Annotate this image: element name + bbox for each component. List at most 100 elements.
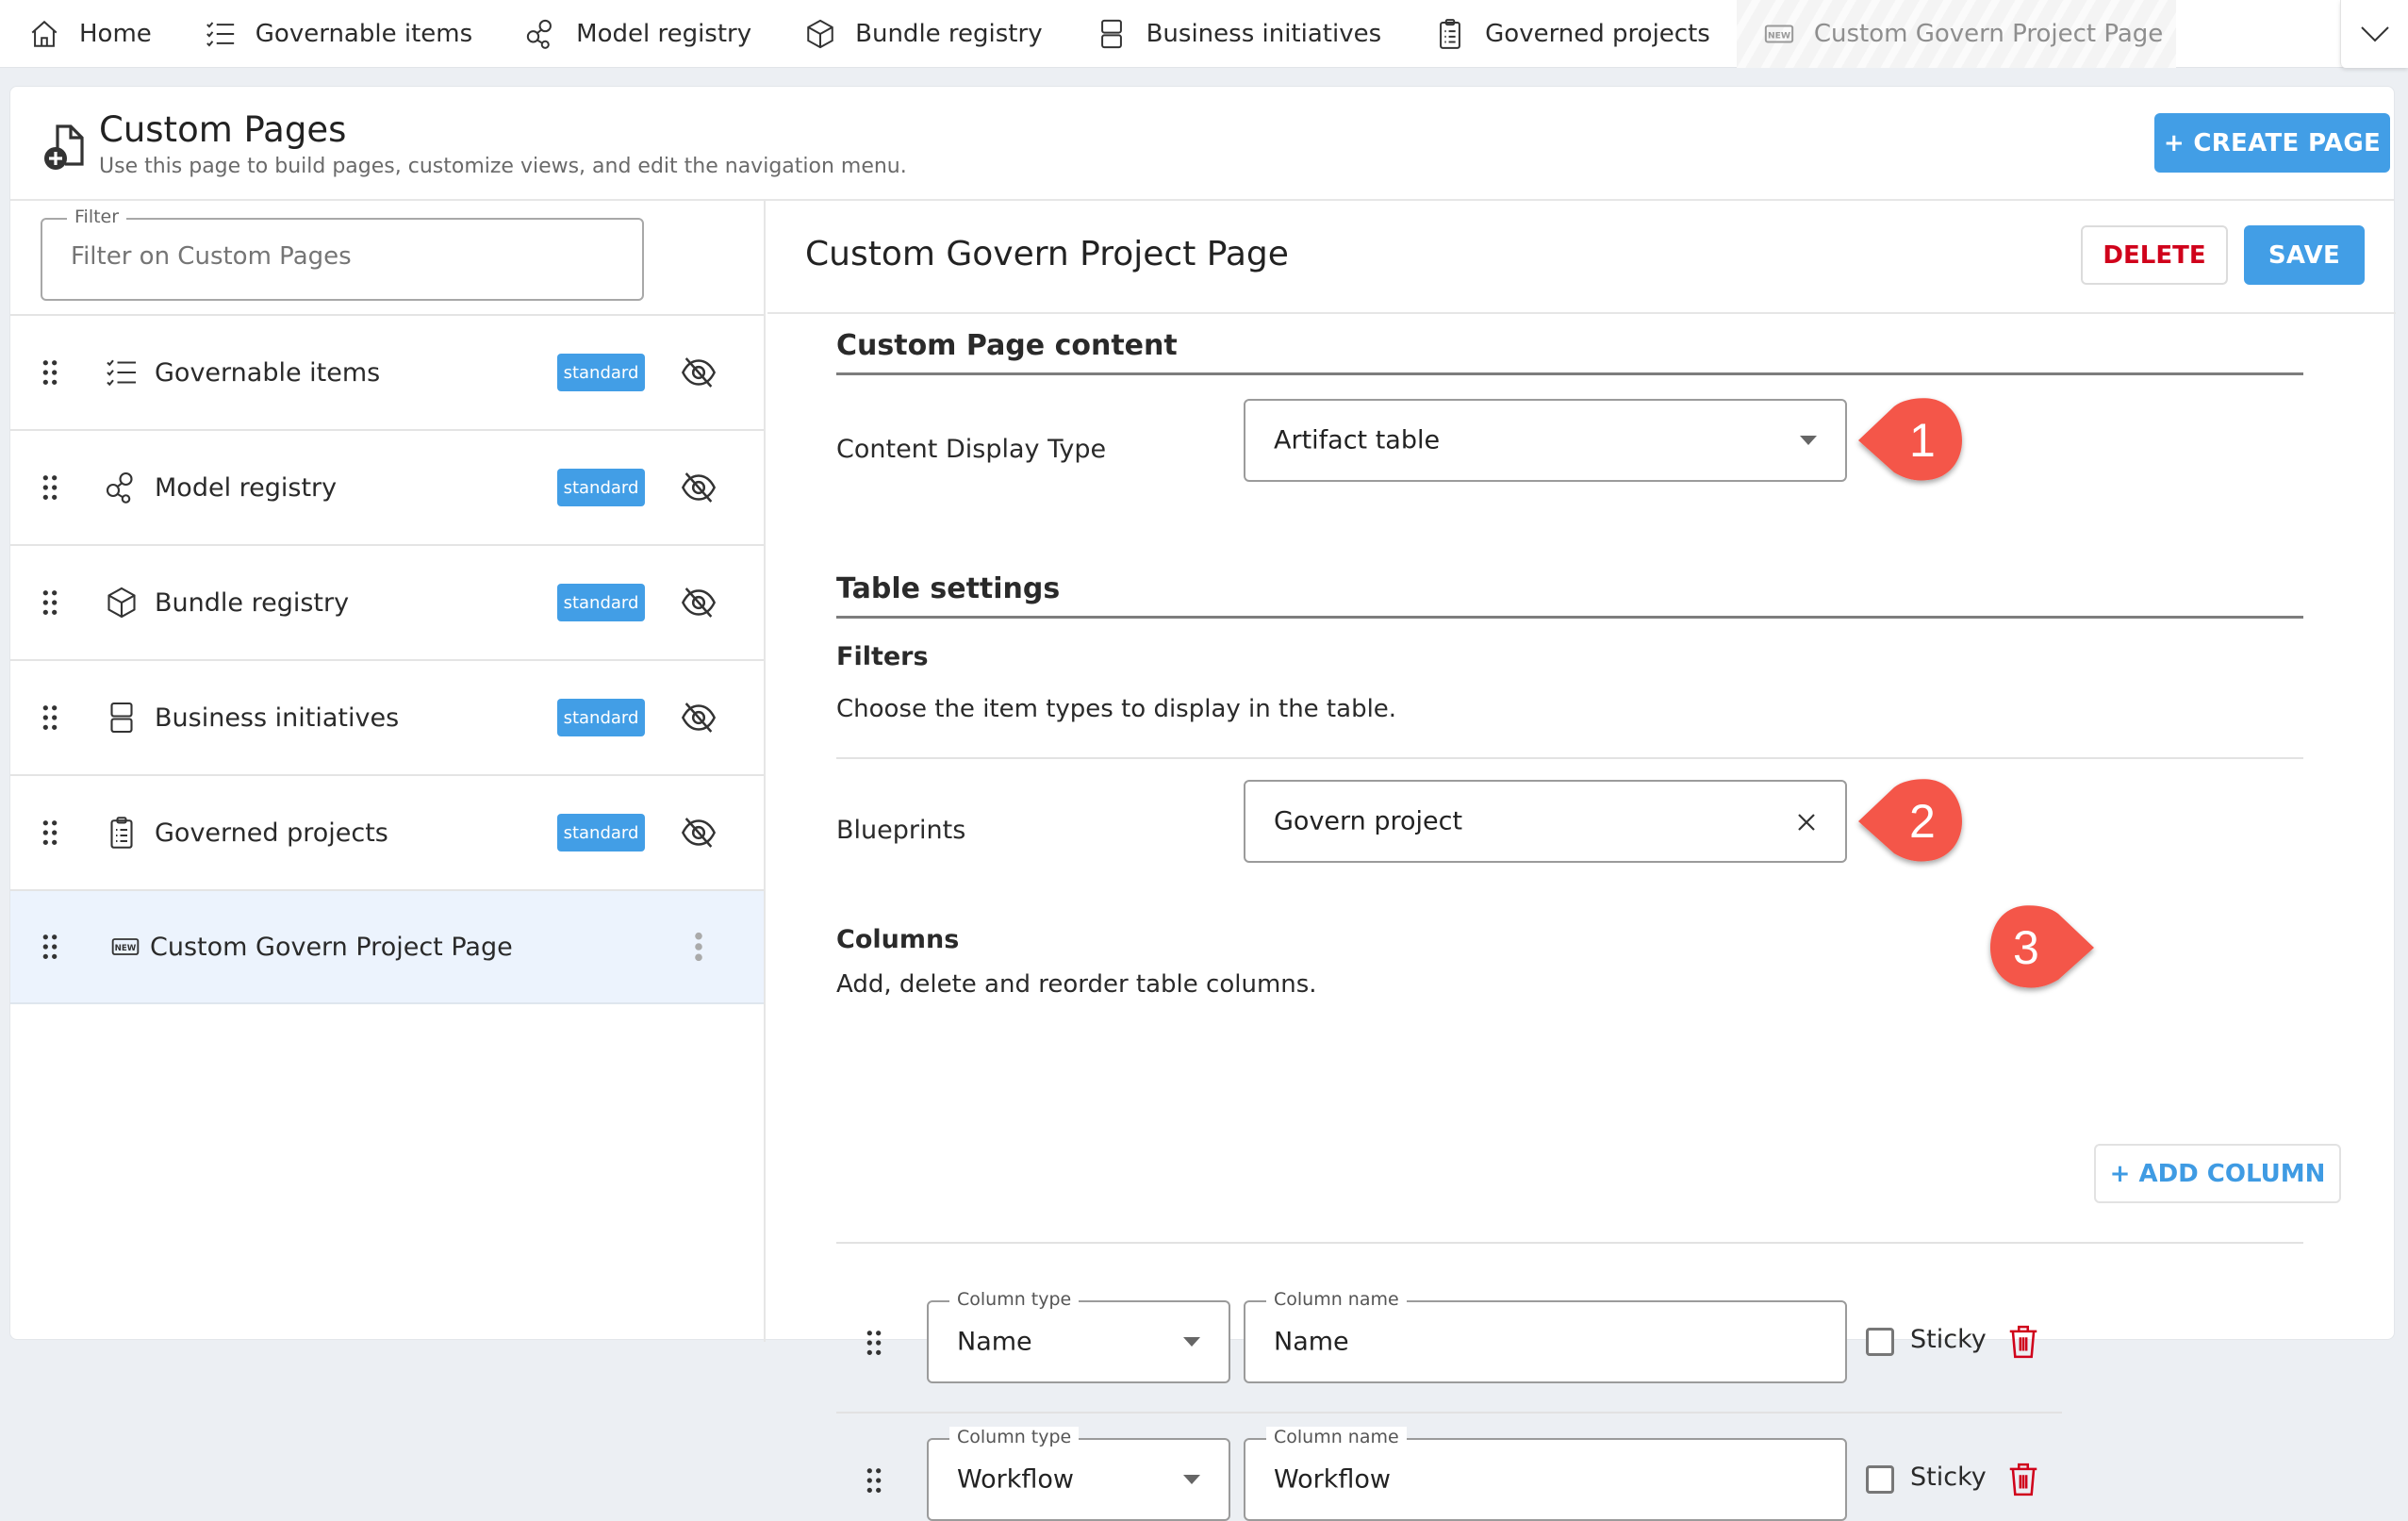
column-name-label: Column name [1266,1427,1407,1447]
callout-marker-3: 3 [1987,904,2098,991]
filters-description: Choose the item types to display in the … [836,695,1397,723]
cube-icon [807,19,833,48]
standard-badge: standard [557,584,645,621]
panel-header: Custom Govern Project Page DELETE SAVE [767,201,2396,314]
nodes-icon [526,19,553,49]
list-item-label: Business initiatives [155,703,400,733]
drag-handle-icon[interactable] [41,473,59,502]
checklist-icon [107,359,136,387]
save-button[interactable]: SAVE [2244,225,2365,285]
list-item[interactable]: Business initiatives standard [10,659,764,774]
content-display-type-select[interactable]: Artifact table [1244,399,1847,482]
column-type-label: Column type [949,1289,1080,1310]
nav-model-registry[interactable]: Model registry [499,0,778,68]
sticky-checkbox[interactable] [1866,1465,1894,1494]
page-header: Custom Pages Use this page to build page… [10,87,2394,201]
drag-handle-icon[interactable] [41,818,59,847]
nav-label: Model registry [576,19,752,48]
drag-handle-icon[interactable] [41,358,59,387]
filters-title: Filters [836,642,929,671]
list-item-label: Governed projects [155,818,388,848]
eye-off-icon[interactable] [680,814,717,851]
add-page-icon [44,124,84,170]
eye-off-icon[interactable] [680,469,717,506]
stacked-boxes-icon [110,702,133,734]
eye-off-icon[interactable] [680,584,717,621]
nav-bundle-registry[interactable]: Bundle registry [778,0,1068,68]
list-item[interactable]: Governed projects standard [10,774,764,889]
eye-off-icon[interactable] [680,699,717,736]
trash-icon[interactable] [2007,1324,2039,1360]
column-type-select[interactable]: Column type Workflow [927,1427,1230,1521]
drag-handle-icon[interactable] [865,1466,883,1495]
chevron-down-icon [2360,26,2389,42]
callout-marker-2: 2 [1855,778,1966,865]
input-value: Workflow [1274,1464,1391,1495]
section-divider [836,616,2303,619]
column-name-input[interactable]: Column name Workflow [1244,1427,1847,1521]
home-icon [31,20,58,47]
list-item[interactable]: Model registry standard [10,429,764,544]
columns-title: Columns [836,925,960,954]
clear-icon[interactable] [1796,812,1817,833]
drag-handle-icon[interactable] [865,1329,883,1357]
sticky-checkbox[interactable] [1866,1328,1894,1356]
section-title-custom-page-content: Custom Page content [836,329,1178,362]
new-badge-icon: NEW [111,938,140,955]
nav-label: Bundle registry [855,19,1043,48]
nodes-icon [106,471,133,504]
svg-text:NEW: NEW [115,944,137,953]
nav-business-initiatives[interactable]: Business initiatives [1069,0,1409,68]
list-item-label: Bundle registry [155,587,350,618]
column-type-label: Column type [949,1427,1080,1447]
clipboard-icon [1440,18,1461,49]
caret-down-icon [1183,1475,1200,1484]
trash-icon[interactable] [2007,1462,2039,1497]
nav-label: Governable items [255,19,473,48]
filter-input[interactable] [71,242,618,271]
eye-off-icon[interactable] [680,354,717,391]
drag-handle-icon[interactable] [41,703,59,732]
list-item-label: Custom Govern Project Page [150,932,513,962]
drag-handle-icon[interactable] [41,933,59,961]
list-item-selected[interactable]: NEW Custom Govern Project Page [10,889,764,1004]
column-name-label: Column name [1266,1289,1407,1310]
nav-home[interactable]: Home [0,0,178,68]
divider [836,1242,2303,1244]
standard-badge: standard [557,469,645,506]
create-page-button[interactable]: + CREATE PAGE [2154,113,2390,173]
new-badge-icon: NEW [1764,25,1794,42]
callout-number: 3 [2013,921,2039,974]
column-name-input[interactable]: Column name Name [1244,1289,1847,1383]
standard-badge: standard [557,699,645,736]
panel-title: Custom Govern Project Page [805,235,1289,273]
sticky-label: Sticky [1910,1325,1987,1354]
nav-custom-govern-project-page[interactable]: NEW Custom Govern Project Page [1736,0,2176,68]
divider [836,757,2303,759]
page-editor-panel: Custom Govern Project Page DELETE SAVE C… [767,201,2396,1521]
blueprints-select[interactable]: Govern project [1244,780,1847,863]
filter-field[interactable]: Filter [41,207,644,301]
nav-label: Home [79,19,152,48]
callout-marker-1: 1 [1855,397,1966,484]
callout-number: 2 [1909,795,1936,848]
delete-button[interactable]: DELETE [2081,225,2228,285]
select-value: Name [957,1327,1032,1357]
add-column-button[interactable]: + ADD COLUMN [2094,1144,2341,1203]
input-value: Name [1274,1327,1349,1357]
nav-label: Business initiatives [1146,19,1382,48]
nav-more-button[interactable] [2340,0,2408,68]
list-item-label: Governable items [155,357,381,388]
list-item[interactable]: Governable items standard [10,314,764,429]
stacked-boxes-icon [1100,19,1122,48]
list-item-label: Model registry [155,472,338,503]
list-item[interactable]: Bundle registry standard [10,544,764,659]
column-type-select[interactable]: Column type Name [927,1289,1230,1383]
svg-text:NEW: NEW [1768,30,1790,41]
columns-description: Add, delete and reorder table columns. [836,970,1317,999]
kebab-menu-icon[interactable] [693,931,704,963]
drag-handle-icon[interactable] [41,588,59,617]
custom-pages-list: Governable items standard Model registry… [10,314,764,1004]
nav-governable-items[interactable]: Governable items [178,0,499,68]
nav-governed-projects[interactable]: Governed projects [1408,0,1737,68]
